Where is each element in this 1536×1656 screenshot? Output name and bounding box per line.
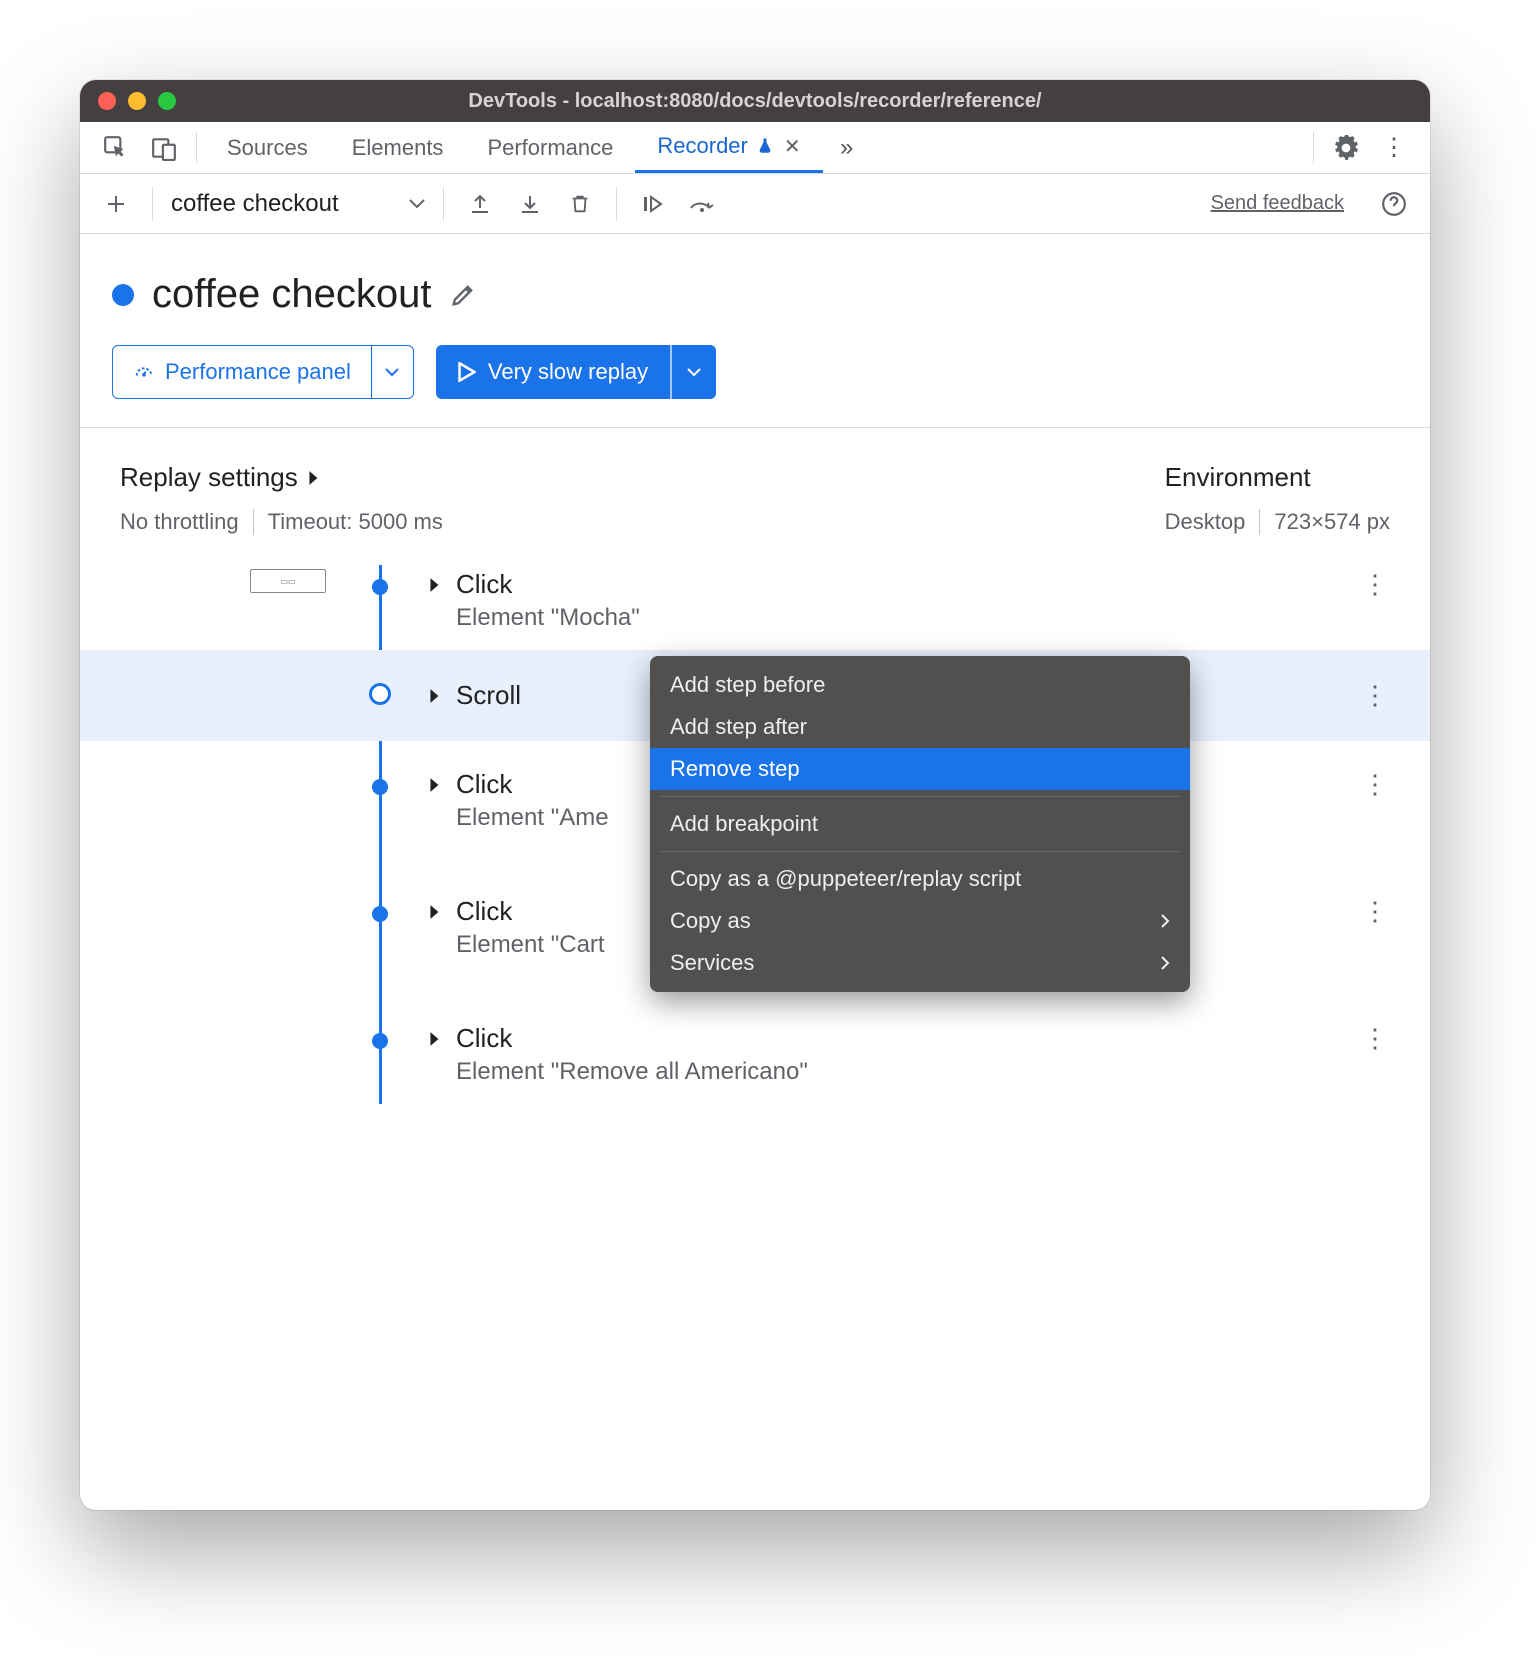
expand-icon[interactable] — [428, 1031, 442, 1047]
performance-panel-label: Performance panel — [165, 359, 351, 385]
expand-icon[interactable] — [428, 904, 442, 920]
new-recording-icon[interactable] — [98, 186, 134, 222]
step-title: Click — [456, 896, 512, 927]
ctx-add-step-after[interactable]: Add step after — [650, 706, 1190, 748]
maximize-window-button[interactable] — [158, 92, 176, 110]
replay-settings-block: Replay settings No throttling Timeout: 5… — [120, 462, 443, 535]
close-tab-icon[interactable]: ✕ — [784, 134, 801, 159]
performance-panel-button[interactable]: Performance panel — [112, 345, 414, 399]
window-title: DevTools - localhost:8080/docs/devtools/… — [80, 90, 1430, 113]
expand-icon[interactable] — [428, 688, 442, 704]
chevron-down-icon — [409, 199, 425, 209]
step-thumbnail: ▭▭ — [250, 569, 326, 593]
timeout-value: Timeout: 5000 ms — [268, 509, 443, 535]
gauge-icon — [133, 361, 155, 383]
tab-recorder-label: Recorder — [657, 133, 747, 159]
step-title: Click — [456, 569, 512, 600]
tab-elements[interactable]: Elements — [330, 122, 466, 173]
environment-device: Desktop — [1165, 509, 1246, 535]
recording-name: coffee checkout — [171, 190, 339, 218]
timeline-dot — [369, 683, 391, 705]
step-row[interactable]: ▭▭ Click Element "Mocha" ⋮ — [80, 565, 1430, 650]
step-menu-icon[interactable]: ⋮ — [1360, 896, 1390, 927]
settings-gear-icon[interactable] — [1322, 122, 1370, 173]
step-replay-icon[interactable] — [635, 186, 671, 222]
step-title: Click — [456, 1023, 512, 1054]
replay-settings-heading[interactable]: Replay settings — [120, 462, 443, 493]
step-menu-icon[interactable]: ⋮ — [1360, 680, 1390, 711]
ctx-services[interactable]: Services — [650, 942, 1190, 984]
recording-dropdown[interactable]: coffee checkout — [171, 190, 425, 218]
environment-heading: Environment — [1165, 462, 1390, 493]
delete-icon[interactable] — [562, 186, 598, 222]
devtools-window: DevTools - localhost:8080/docs/devtools/… — [80, 80, 1430, 1510]
replay-caret[interactable] — [670, 345, 716, 399]
traffic-lights — [98, 92, 176, 110]
inspect-element-icon[interactable] — [92, 122, 140, 173]
device-toolbar-icon[interactable] — [140, 122, 188, 173]
kebab-menu-icon[interactable]: ⋮ — [1370, 122, 1418, 173]
ctx-add-breakpoint[interactable]: Add breakpoint — [650, 803, 1190, 845]
flask-icon — [756, 136, 774, 156]
ctx-remove-step[interactable]: Remove step — [650, 748, 1190, 790]
recording-title: coffee checkout — [152, 272, 431, 317]
step-subtitle: Element "Remove all Americano" — [428, 1058, 1360, 1086]
play-icon — [458, 362, 476, 382]
expand-icon[interactable] — [428, 777, 442, 793]
chevron-right-icon — [1160, 956, 1170, 970]
chevron-right-icon — [1160, 914, 1170, 928]
tab-sources[interactable]: Sources — [205, 122, 330, 173]
recorder-toolbar: coffee checkout Send feedback — [80, 174, 1430, 234]
recording-header: coffee checkout Performance panel Very s… — [80, 234, 1430, 427]
step-menu-icon[interactable]: ⋮ — [1360, 569, 1390, 600]
throttling-value: No throttling — [120, 509, 239, 535]
performance-panel-caret[interactable] — [371, 346, 413, 398]
ctx-add-step-before[interactable]: Add step before — [650, 664, 1190, 706]
recording-status-dot — [112, 284, 134, 306]
environment-dimensions: 723×574 px — [1274, 509, 1390, 535]
replay-label: Very slow replay — [488, 359, 648, 385]
steps-timeline: ▭▭ Click Element "Mocha" ⋮ Scroll — [80, 565, 1430, 1104]
tab-recorder[interactable]: Recorder ✕ — [635, 122, 822, 173]
tab-performance[interactable]: Performance — [465, 122, 635, 173]
step-row[interactable]: Click Element "Remove all Americano" ⋮ — [80, 977, 1430, 1104]
step-subtitle: Element "Mocha" — [428, 604, 1360, 632]
step-menu-icon[interactable]: ⋮ — [1360, 1023, 1390, 1054]
settings-section: Replay settings No throttling Timeout: 5… — [80, 428, 1430, 565]
environment-block: Environment Desktop 723×574 px — [1165, 462, 1390, 535]
timeline-dot — [372, 1033, 388, 1049]
ctx-copy-as[interactable]: Copy as — [650, 900, 1190, 942]
expand-icon[interactable] — [428, 577, 442, 593]
window-titlebar: DevTools - localhost:8080/docs/devtools/… — [80, 80, 1430, 122]
step-title: Click — [456, 769, 512, 800]
caret-right-icon — [308, 470, 320, 486]
import-icon[interactable] — [512, 186, 548, 222]
step-title: Scroll — [456, 680, 521, 711]
timeline-dot — [372, 906, 388, 922]
help-icon[interactable] — [1376, 186, 1412, 222]
edit-title-icon[interactable] — [449, 281, 477, 309]
close-window-button[interactable] — [98, 92, 116, 110]
step-menu-icon[interactable]: ⋮ — [1360, 769, 1390, 800]
more-tabs-icon[interactable]: » — [823, 122, 871, 173]
replay-button[interactable]: Very slow replay — [436, 345, 716, 399]
devtools-tabstrip: Sources Elements Performance Recorder ✕ … — [80, 122, 1430, 174]
step-over-icon[interactable] — [685, 186, 721, 222]
ctx-copy-puppeteer[interactable]: Copy as a @puppeteer/replay script — [650, 858, 1190, 900]
minimize-window-button[interactable] — [128, 92, 146, 110]
export-icon[interactable] — [462, 186, 498, 222]
context-menu: Add step before Add step after Remove st… — [650, 656, 1190, 992]
timeline-dot — [372, 779, 388, 795]
send-feedback-link[interactable]: Send feedback — [1211, 192, 1344, 215]
timeline-dot — [372, 579, 388, 595]
